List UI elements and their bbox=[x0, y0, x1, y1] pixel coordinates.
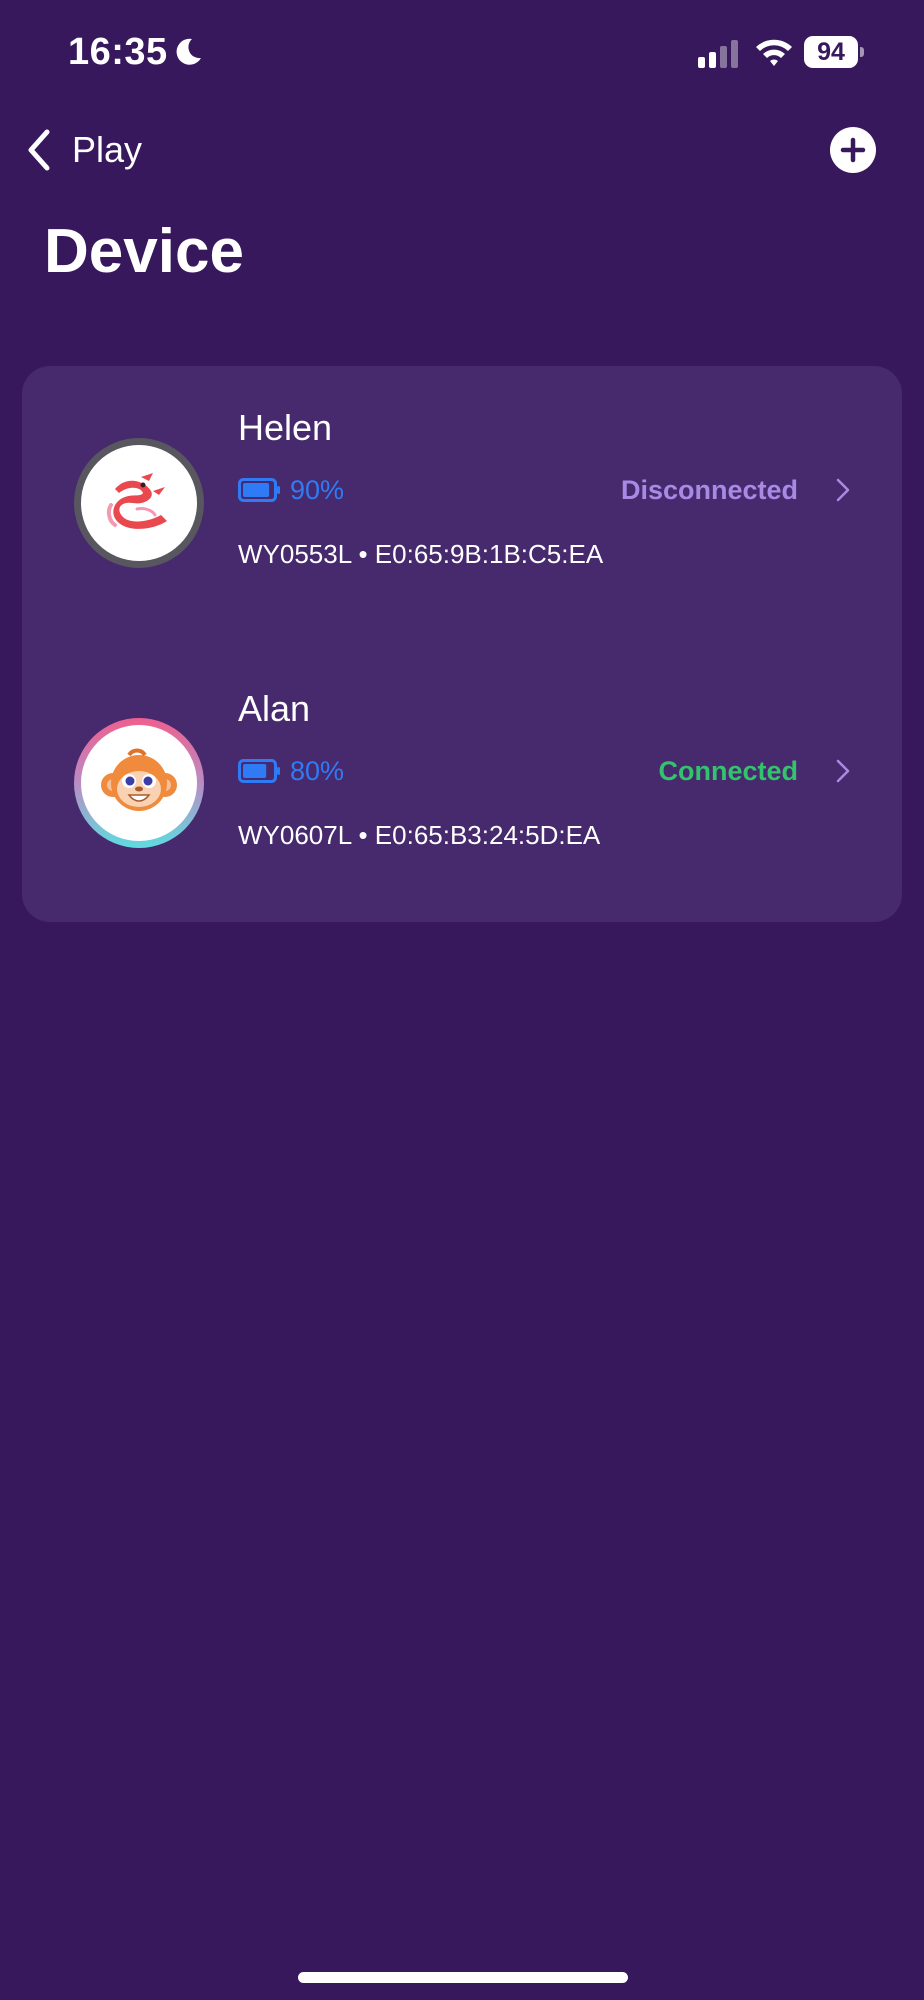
battery-level-icon bbox=[238, 478, 280, 502]
chevron-right-icon bbox=[836, 759, 850, 783]
device-meta: WY0553L • E0:65:9B:1B:C5:EA bbox=[238, 534, 603, 574]
status-bar: 16:35 94 bbox=[0, 0, 924, 105]
device-model: WY0607L bbox=[238, 820, 352, 850]
battery-percentage: 90% bbox=[290, 475, 345, 505]
add-device-button[interactable] bbox=[830, 127, 876, 173]
device-name: Helen bbox=[238, 407, 333, 448]
battery-status-value: 94 bbox=[817, 38, 845, 66]
page-title: Device bbox=[44, 217, 244, 286]
device-row-alan[interactable]: Alan 80% Connected WY0607L • E0:65:B3:24… bbox=[22, 687, 902, 927]
device-meta: WY0607L • E0:65:B3:24:5D:EA bbox=[238, 815, 600, 855]
meta-separator: • bbox=[358, 820, 368, 850]
connection-status: Disconnected bbox=[620, 475, 798, 505]
plus-icon bbox=[840, 137, 866, 163]
dragon-avatar bbox=[74, 438, 204, 568]
battery-level-icon bbox=[238, 759, 280, 783]
wifi-icon bbox=[756, 39, 792, 66]
device-row-helen[interactable]: Helen 90% Disconnected WY0553L • E0:65:9… bbox=[22, 406, 902, 646]
back-label: Play bbox=[72, 129, 143, 170]
monkey-icon bbox=[101, 748, 177, 811]
cellular-signal-icon bbox=[698, 40, 738, 68]
device-mac-address: E0:65:B3:24:5D:EA bbox=[374, 820, 601, 850]
device-list-card: Helen 90% Disconnected WY0553L • E0:65:9… bbox=[22, 366, 902, 922]
battery-status-icon: 94 bbox=[804, 36, 864, 68]
device-mac-address: E0:65:9B:1B:C5:EA bbox=[374, 539, 604, 569]
meta-separator: • bbox=[358, 539, 368, 569]
home-indicator bbox=[298, 1972, 628, 1983]
connection-status: Connected bbox=[658, 756, 798, 786]
chevron-left-icon bbox=[28, 129, 50, 171]
status-time: 16:35 bbox=[68, 31, 168, 73]
back-button[interactable]: Play bbox=[24, 122, 142, 178]
moon-icon bbox=[176, 38, 201, 65]
dragon-icon bbox=[106, 473, 167, 529]
battery-percentage: 80% bbox=[290, 756, 345, 786]
chevron-right-icon bbox=[836, 478, 850, 502]
monkey-avatar bbox=[74, 718, 204, 848]
device-name: Alan bbox=[238, 688, 311, 729]
device-model: WY0553L bbox=[238, 539, 352, 569]
